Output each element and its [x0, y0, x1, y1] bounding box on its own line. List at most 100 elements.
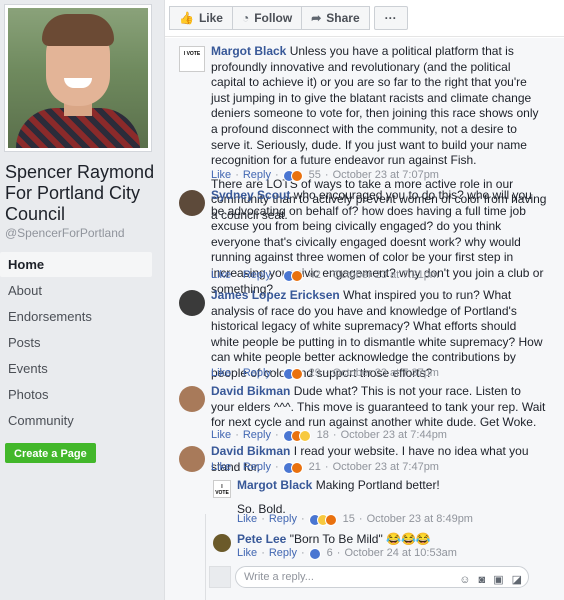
- separator: ·: [235, 461, 239, 473]
- reply-link[interactable]: Reply: [243, 268, 271, 284]
- like-link[interactable]: Like: [211, 428, 231, 444]
- reactions[interactable]: [282, 461, 303, 474]
- comment-author[interactable]: James Lopez Ericksen: [211, 288, 340, 302]
- avatar[interactable]: [179, 290, 205, 316]
- separator: ·: [235, 429, 239, 441]
- reactions[interactable]: [282, 367, 303, 380]
- avatar[interactable]: [179, 190, 205, 216]
- more-options-button[interactable]: ···: [373, 6, 408, 30]
- reply-timestamp[interactable]: October 24 at 10:53am: [344, 546, 457, 562]
- comment-author[interactable]: David Bikman: [211, 444, 290, 458]
- reaction-count: 18: [316, 429, 329, 441]
- nav-item-about[interactable]: About: [0, 278, 152, 303]
- reply-author[interactable]: Pete Lee: [237, 532, 286, 546]
- separator: ·: [324, 269, 329, 281]
- divider: [165, 36, 564, 37]
- like-page-button[interactable]: 👍 Like: [169, 6, 233, 30]
- separator: ·: [324, 367, 329, 379]
- comment-author[interactable]: Margot Black: [211, 44, 286, 58]
- nav-item-events[interactable]: Events: [0, 356, 152, 381]
- follow-button[interactable]: ◔ Follow: [232, 6, 303, 30]
- write-reply-input[interactable]: Write a reply... ☺ ◙ ▣ ◪: [235, 566, 529, 588]
- like-link[interactable]: Like: [237, 512, 257, 528]
- like-link[interactable]: Like: [237, 546, 257, 562]
- separator: ·: [336, 547, 341, 559]
- reactions[interactable]: [282, 429, 311, 442]
- like-link[interactable]: Like: [211, 268, 231, 284]
- sad-reaction-icon: [298, 429, 311, 442]
- reaction-count: 15: [342, 513, 355, 525]
- page-name[interactable]: Spencer Raymond For Portland City Counci…: [5, 162, 155, 225]
- comment-timestamp[interactable]: October 23 at 7:37pm: [333, 366, 439, 382]
- nav-item-photos[interactable]: Photos: [0, 382, 152, 407]
- separator: ·: [358, 513, 363, 525]
- write-reply-placeholder: Write a reply...: [244, 571, 314, 583]
- share-label: Share: [326, 11, 360, 25]
- reply-link[interactable]: Reply: [243, 366, 271, 382]
- share-arrow-icon: ➦: [311, 11, 322, 25]
- profile-picture-frame[interactable]: [4, 4, 152, 152]
- nav-item-endorsements[interactable]: Endorsements: [0, 304, 152, 329]
- separator: ·: [300, 513, 305, 525]
- reply-input-tools: ☺ ◙ ▣ ◪: [459, 570, 522, 590]
- nav-item-home[interactable]: Home: [0, 252, 152, 277]
- emoji-icon[interactable]: ☺: [459, 570, 470, 590]
- reply-link[interactable]: Reply: [243, 168, 271, 184]
- avatar[interactable]: I VOTE: [213, 480, 231, 498]
- comment-meta: Like · Reply · 42 · October 23 at 7:21pm: [211, 268, 439, 284]
- reactions[interactable]: [282, 269, 303, 282]
- share-button[interactable]: ➦ Share: [302, 6, 370, 30]
- sticker-icon[interactable]: ◪: [512, 570, 522, 590]
- follow-label: Follow: [254, 11, 293, 25]
- comment-timestamp[interactable]: October 23 at 7:07pm: [333, 168, 439, 184]
- like-link[interactable]: Like: [211, 460, 231, 476]
- comment-timestamp[interactable]: October 23 at 7:47pm: [333, 460, 439, 476]
- comment-timestamp[interactable]: October 23 at 7:44pm: [341, 428, 447, 444]
- reactions[interactable]: [308, 513, 337, 526]
- comment-author[interactable]: Sydney Scout: [211, 188, 290, 202]
- avatar[interactable]: [179, 386, 205, 412]
- camera-icon[interactable]: ◙: [479, 570, 486, 590]
- reaction-count: 55: [308, 169, 321, 181]
- reply-link[interactable]: Reply: [243, 460, 271, 476]
- separator: ·: [261, 547, 265, 559]
- separator: ·: [235, 169, 239, 181]
- reply-link[interactable]: Reply: [243, 428, 271, 444]
- comment-meta: Like · Reply · 18 · October 23 at 7:44pm: [211, 428, 447, 444]
- like-reaction-icon: [308, 547, 321, 560]
- angry-reaction-icon: [324, 513, 337, 526]
- reply-link[interactable]: Reply: [269, 546, 297, 562]
- page-handle[interactable]: @SpencerForPortland: [5, 226, 125, 240]
- page-nav: Home About Endorsements Posts Events Pho…: [0, 252, 152, 434]
- reply-meta: Like · Reply · 6 · October 24 at 10:53am: [237, 546, 457, 562]
- reactions[interactable]: [308, 547, 321, 560]
- comment-timestamp[interactable]: October 23 at 7:21pm: [333, 268, 439, 284]
- comment-author[interactable]: David Bikman: [211, 384, 290, 398]
- nav-item-posts[interactable]: Posts: [0, 330, 152, 355]
- angry-reaction-icon: [290, 269, 303, 282]
- comment-meta: Like · Reply · 29 · October 23 at 7:37pm: [211, 366, 439, 382]
- current-user-avatar: [209, 566, 231, 588]
- left-sidebar: Spencer Raymond For Portland City Counci…: [0, 0, 158, 600]
- reactions[interactable]: [282, 169, 303, 182]
- like-page-label: Like: [198, 11, 223, 25]
- reply-link[interactable]: Reply: [269, 512, 297, 528]
- nav-item-community[interactable]: Community: [0, 408, 152, 433]
- comment-body: David Bikman Dude what? This is not your…: [211, 384, 547, 431]
- avatar[interactable]: I VOTE: [179, 46, 205, 72]
- angry-reaction-icon: [290, 461, 303, 474]
- like-link[interactable]: Like: [211, 168, 231, 184]
- avatar[interactable]: [213, 534, 231, 552]
- comment-text: Unless you have a political platform tha…: [211, 44, 539, 168]
- create-page-button[interactable]: Create a Page: [5, 443, 96, 463]
- reply-timestamp[interactable]: October 23 at 8:49pm: [367, 512, 473, 528]
- separator: ·: [332, 429, 337, 441]
- separator: ·: [300, 547, 305, 559]
- reply-author[interactable]: Margot Black: [237, 478, 312, 492]
- profile-picture[interactable]: [8, 8, 148, 148]
- reply-text: Making Portland better!: [315, 478, 440, 492]
- like-link[interactable]: Like: [211, 366, 231, 382]
- avatar[interactable]: [179, 446, 205, 472]
- separator: ·: [324, 461, 329, 473]
- gif-icon[interactable]: ▣: [493, 570, 503, 590]
